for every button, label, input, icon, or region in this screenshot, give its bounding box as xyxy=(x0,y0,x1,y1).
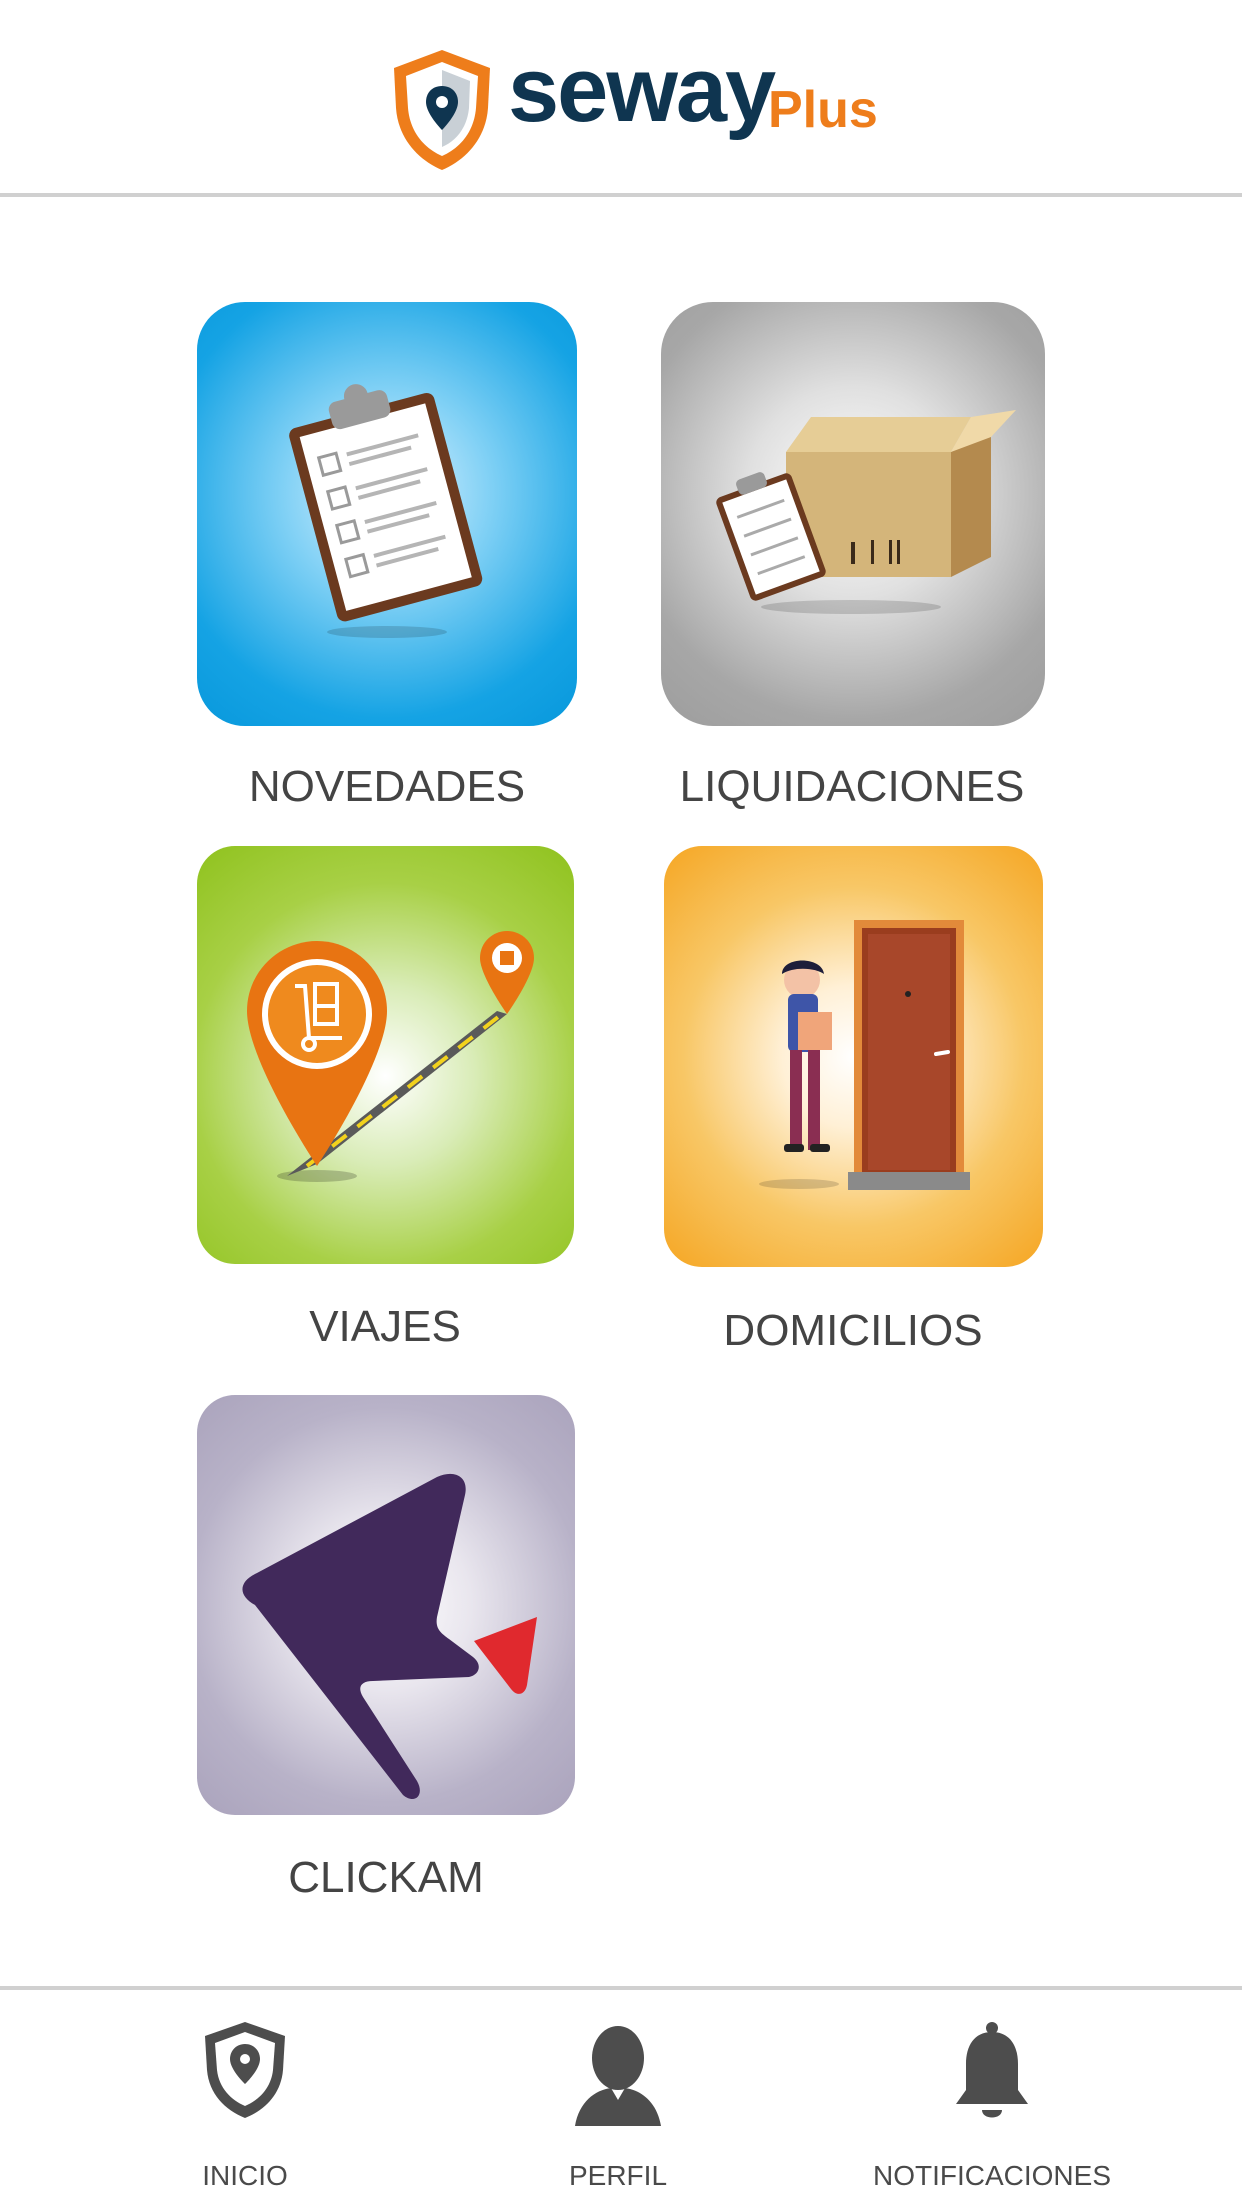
delivery-person-icon xyxy=(759,920,970,1190)
clickam-label: CLICKAM xyxy=(288,1853,484,1902)
app-header: seway Plus xyxy=(0,0,1242,194)
nav-inicio-label: INICIO xyxy=(202,2160,288,2191)
brand-name: seway xyxy=(508,39,776,141)
header-divider xyxy=(0,193,1242,197)
domicilios-label: DOMICILIOS xyxy=(723,1306,983,1355)
nav-notificaciones[interactable]: NOTIFICACIONES xyxy=(842,2010,1142,2208)
clickam-tile[interactable] xyxy=(197,1395,575,1815)
clickam-logo-icon xyxy=(242,1473,537,1800)
viajes-tile[interactable] xyxy=(197,846,574,1264)
novedades-tile[interactable] xyxy=(197,302,577,726)
domicilios-tile[interactable] xyxy=(664,846,1043,1267)
clipboard-icon xyxy=(289,384,483,638)
nav-inicio[interactable]: INICIO xyxy=(95,2010,395,2208)
seway-plus-logo: seway Plus xyxy=(390,39,878,176)
user-icon xyxy=(575,2026,661,2126)
bell-icon xyxy=(956,2022,1028,2118)
nav-perfil-label: PERFIL xyxy=(568,2160,668,2191)
shield-location-logo-icon xyxy=(394,50,490,170)
brand-suffix: Plus xyxy=(768,81,878,139)
route-pin-icon xyxy=(247,931,534,1182)
liquidaciones-tile[interactable] xyxy=(661,302,1045,726)
nav-perfil[interactable]: PERFIL xyxy=(468,2010,768,2208)
viajes-label: VIAJES xyxy=(309,1302,461,1351)
shield-location-icon xyxy=(205,2022,285,2118)
bottom-nav-divider xyxy=(0,1986,1242,1990)
liquidaciones-label: LIQUIDACIONES xyxy=(679,762,1025,811)
novedades-label: NOVEDADES xyxy=(248,762,526,811)
nav-notificaciones-label: NOTIFICACIONES xyxy=(872,2160,1111,2191)
package-box-icon xyxy=(716,410,1016,614)
